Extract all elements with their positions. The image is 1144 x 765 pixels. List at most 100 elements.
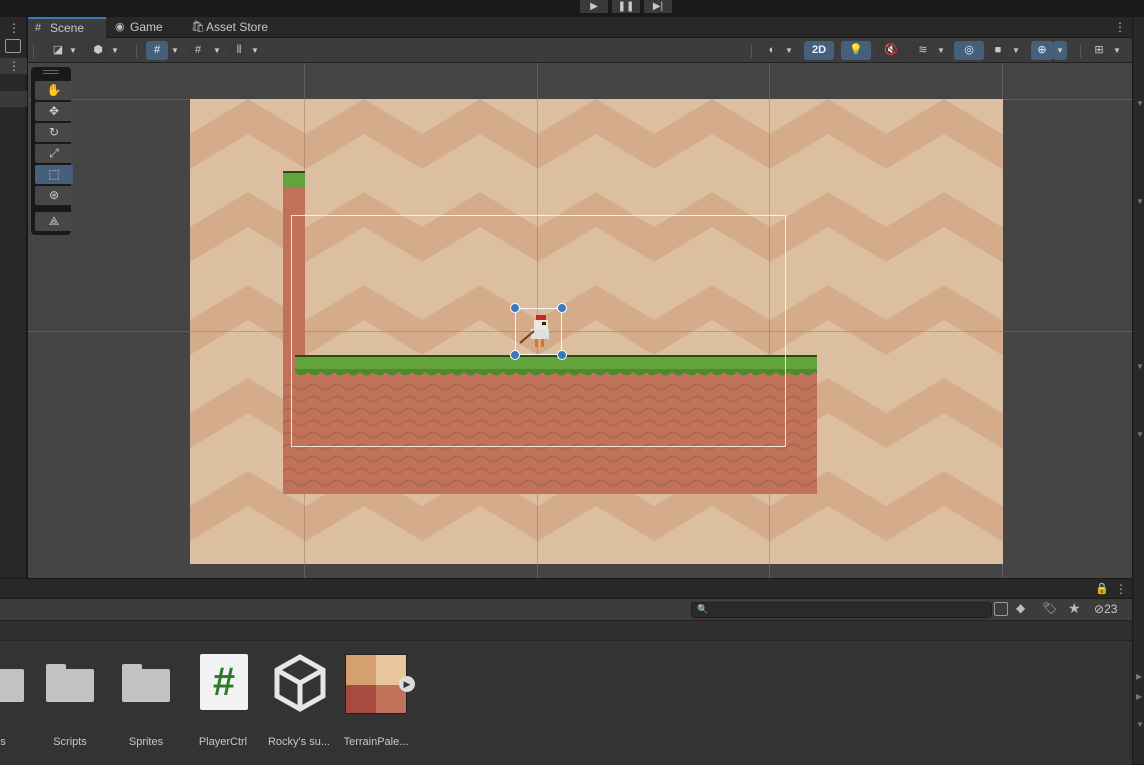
audio-mute-icon[interactable]: 🔇 [876, 41, 906, 60]
transform-tool-icon[interactable]: ⊛ [35, 186, 73, 205]
asset-folder-scripts[interactable]: Scripts [34, 654, 106, 748]
chevron-down-icon[interactable]: ▼ [1136, 197, 1144, 206]
label-tag-icon[interactable]: 🏷 [1042, 601, 1057, 615]
background-sprite[interactable] [190, 99, 1003, 564]
chevron-right-icon[interactable]: ▶ [1136, 672, 1142, 681]
scene-visibility-icon[interactable]: ◎ [954, 41, 984, 60]
tab-game[interactable]: ◉ Game [108, 17, 186, 38]
move-tool-icon[interactable]: ✥ [35, 102, 73, 121]
player-selection-rect[interactable] [515, 308, 562, 355]
resize-handle[interactable] [557, 350, 567, 360]
tab-asset-store[interactable]: 🛍 Asset Store [184, 17, 284, 38]
tab-scene[interactable]: # Scene [28, 17, 106, 38]
asset-label: TerrainPale... [343, 736, 409, 748]
tab-label: Scene [50, 21, 85, 35]
project-breadcrumb [0, 621, 1132, 641]
chevron-down-icon[interactable]: ▼ [1136, 99, 1144, 108]
camera-icon[interactable]: ■ [988, 41, 1008, 60]
more-options-icon[interactable]: ⋮ [8, 59, 20, 73]
custom-tool-icon[interactable]: ⟁ [35, 212, 73, 231]
more-options-icon[interactable]: ⋮ [1115, 582, 1127, 596]
player-sprite [519, 315, 549, 347]
chevron-down-icon[interactable]: ▼ [168, 41, 182, 60]
hidden-count: 23 [1104, 602, 1118, 616]
asset-script-playerctrl[interactable]: # PlayerCtrl [187, 654, 259, 748]
gizmos-orientation-icon[interactable]: ⊕ [1031, 41, 1053, 60]
grid-icon: # [35, 22, 42, 34]
2d-mode-button[interactable]: 2D [804, 41, 834, 60]
pause-button[interactable]: ❚❚ [612, 0, 640, 13]
asset-terrain-palette[interactable]: ▶ TerrainPale... [340, 654, 415, 748]
search-icon: 🔍 [697, 604, 709, 614]
lock-icon[interactable]: 🔒 [1095, 582, 1109, 595]
chevron-down-icon[interactable]: ▼ [248, 41, 262, 60]
asset-unity-scene[interactable]: Rocky's su... [263, 654, 335, 748]
folder-icon [46, 664, 94, 702]
scale-tool-icon[interactable]: ⤢ [35, 144, 73, 163]
unity-logo-icon [274, 654, 326, 712]
grid-toggle-icon[interactable]: # [146, 41, 168, 60]
chevron-down-icon[interactable]: ▼ [1053, 41, 1067, 60]
step-button[interactable]: ▶| [644, 0, 672, 13]
asset-label: PlayerCtrl [198, 736, 248, 748]
asset-folder[interactable]: es [0, 654, 36, 748]
inspector-panel-edge: ▼ ▼ ▼ ▼ ▶ ▶ ▼ [1132, 17, 1144, 764]
asset-folder-sprites[interactable]: Sprites [110, 654, 182, 748]
filter-type-icon[interactable]: ◆ [1016, 601, 1025, 615]
resize-handle[interactable] [510, 350, 520, 360]
eye-slash-icon: ⊘ [1094, 602, 1105, 616]
expand-arrow-icon[interactable]: ▶ [399, 676, 415, 692]
folder-icon [122, 664, 170, 702]
shading-mode-icon[interactable]: ◐ [761, 41, 783, 60]
chevron-down-icon[interactable]: ▼ [1136, 430, 1144, 439]
lighting-icon[interactable]: 💡 [841, 41, 871, 60]
resize-handle[interactable] [510, 303, 520, 313]
play-button[interactable]: ▶ [580, 0, 608, 13]
resize-handle[interactable] [557, 303, 567, 313]
toolbar-divider [136, 44, 137, 58]
toolbar-divider [33, 44, 34, 58]
scene-toolbar: ◪ ▼ ⬢ ▼ # ▼ # ▼ ⦀ ▼ ◐ ▼ 2D 💡 🔇 ≋ ▼ ◎ ■ ▼… [28, 38, 1132, 63]
palette-thumbnail [345, 654, 407, 714]
chevron-right-icon[interactable]: ▶ [1136, 692, 1142, 701]
tool-palette: ✋ ✥ ↻ ⤢ ⬚ ⊛ ⟁ [31, 67, 73, 235]
chevron-down-icon[interactable]: ▼ [66, 41, 80, 60]
project-asset-grid: es Scripts Sprites # PlayerCtrl Rocky's … [0, 641, 1132, 765]
hand-tool-icon[interactable]: ✋ [35, 81, 73, 100]
folder-icon [0, 664, 24, 702]
scene-lock-icon[interactable] [5, 39, 21, 53]
gizmos-icon[interactable]: ⊞ [1088, 41, 1110, 60]
draw-mode-icon[interactable]: ◪ [48, 41, 68, 60]
palette-swatch [346, 685, 376, 713]
asset-label: Scripts [53, 736, 87, 748]
snap-grid-icon[interactable]: # [188, 41, 208, 60]
more-options-icon[interactable]: ⋮ [1114, 20, 1126, 34]
more-options-icon[interactable]: ⋮ [8, 21, 20, 35]
chevron-down-icon[interactable]: ▼ [1136, 362, 1144, 371]
rect-tool-icon[interactable]: ⬚ [35, 165, 73, 184]
increment-snap-icon[interactable]: ⦀ [228, 41, 250, 60]
global-local-icon[interactable]: ⬢ [88, 41, 108, 60]
toolbar-divider [1080, 44, 1081, 58]
csharp-script-icon: # [200, 654, 248, 710]
favorite-star-icon[interactable]: ★ [1068, 600, 1081, 617]
toolbar-divider [751, 44, 752, 58]
rotate-tool-icon[interactable]: ↻ [35, 123, 73, 142]
chevron-down-icon[interactable]: ▼ [782, 41, 796, 60]
hidden-packages-toggle[interactable]: ⊘23 [1094, 602, 1117, 616]
effects-icon[interactable]: ≋ [912, 41, 934, 60]
chevron-down-icon[interactable]: ▼ [1136, 720, 1144, 729]
project-tab-bar: 🔒 ⋮ [0, 579, 1132, 599]
hierarchy-item-selected[interactable] [0, 91, 27, 107]
drag-handle-icon[interactable] [43, 70, 59, 74]
scene-viewport[interactable]: ✋ ✥ ↻ ⤢ ⬚ ⊛ ⟁ [28, 63, 1132, 578]
search-input[interactable]: 🔍 [691, 602, 992, 618]
asset-label: Sprites [128, 736, 164, 748]
chevron-down-icon[interactable]: ▼ [1009, 41, 1023, 60]
chevron-down-icon[interactable]: ▼ [210, 41, 224, 60]
chevron-down-icon[interactable]: ▼ [1110, 41, 1124, 60]
chevron-down-icon[interactable]: ▼ [108, 41, 122, 60]
search-by-type-icon[interactable] [994, 602, 1008, 616]
chevron-down-icon[interactable]: ▼ [934, 41, 948, 60]
grass-tile [283, 171, 305, 187]
